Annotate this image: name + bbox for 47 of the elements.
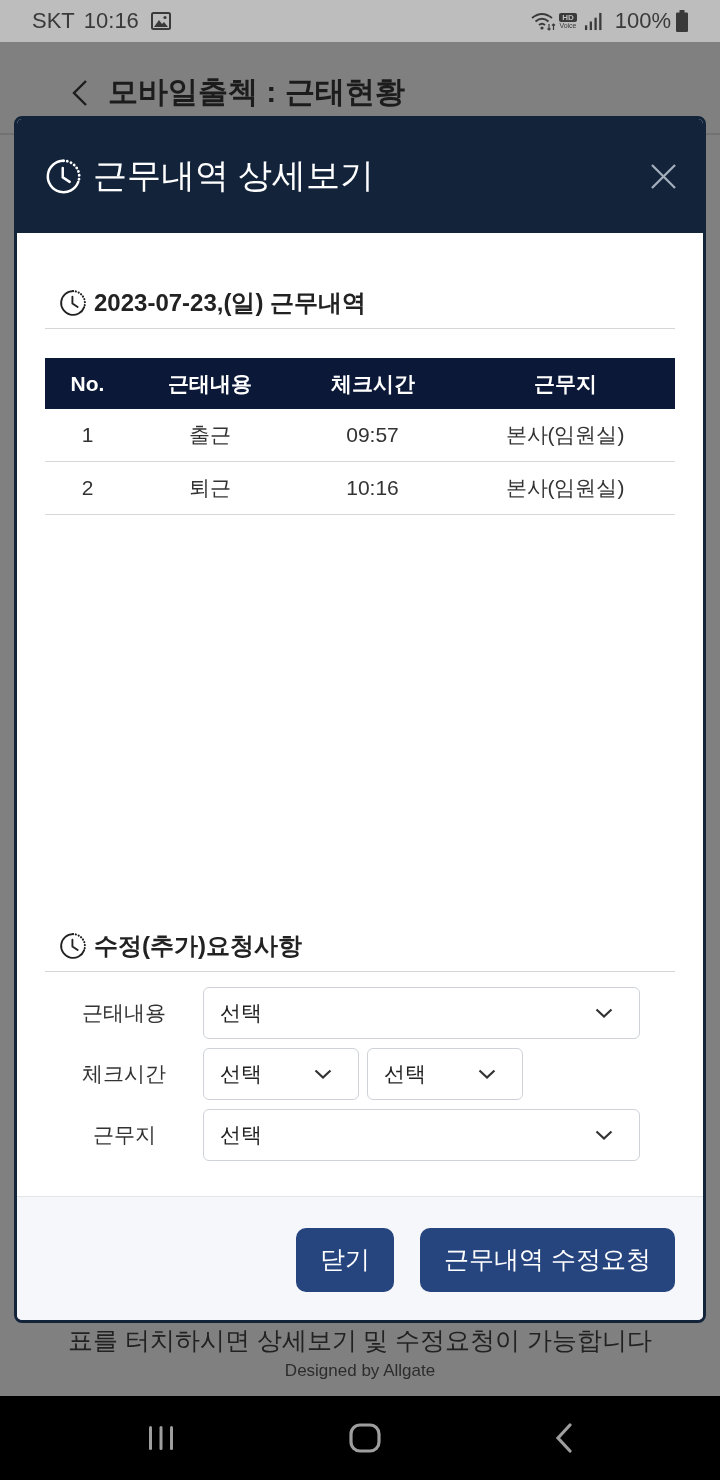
table-cell: 2: [45, 461, 130, 515]
image-icon: [150, 12, 171, 30]
home-icon[interactable]: [349, 1423, 381, 1453]
table-cell: 본사(임원실): [455, 461, 675, 515]
chevron-down-icon: [595, 1008, 613, 1018]
table-cell: 퇴근: [130, 461, 290, 515]
wifi-icon: [530, 11, 557, 31]
clock-icon: [59, 288, 87, 317]
table-cell: 1: [45, 409, 130, 462]
field-label: 근태내용: [81, 1000, 167, 1026]
back-icon[interactable]: [72, 78, 88, 107]
column-header: No.: [45, 358, 130, 409]
select-field[interactable]: 선택: [203, 1109, 640, 1161]
clock-time: 10:16: [83, 8, 139, 34]
field-label: 체크시간: [81, 1061, 167, 1087]
field-label: 근무지: [91, 1122, 157, 1148]
back-icon[interactable]: [555, 1423, 573, 1453]
clock-icon: [59, 931, 87, 960]
chevron-down-icon: [595, 1130, 613, 1140]
column-header: 근무지: [455, 358, 675, 409]
table-cell: 10:16: [290, 461, 455, 515]
chevron-down-icon: [314, 1069, 332, 1079]
battery-percent: 100%: [614, 8, 671, 34]
table-cell: 출근: [130, 409, 290, 462]
select-field[interactable]: 선택: [203, 1048, 359, 1100]
chevron-down-icon: [478, 1069, 496, 1079]
close-icon[interactable]: [651, 163, 676, 189]
column-header: 근태내용: [130, 358, 290, 409]
select-field[interactable]: 선택: [367, 1048, 523, 1100]
dialog-title: 근무내역 상세보기: [93, 155, 376, 196]
credit-text: Designed by Allgate: [284, 1360, 436, 1382]
table-cell: 09:57: [290, 409, 455, 462]
select-field[interactable]: 선택: [203, 987, 640, 1039]
signal-icon: [583, 11, 603, 31]
column-header: 체크시간: [290, 358, 455, 409]
recent-apps-icon[interactable]: [147, 1425, 175, 1451]
clock-icon: [45, 157, 82, 195]
section-title: 수정(추가)요청사항: [94, 930, 302, 961]
page-title: 모바일출첵 : 근태현황: [108, 74, 405, 110]
section-title: 2023-07-23,(일) 근무내역: [94, 287, 367, 318]
battery-icon: [676, 10, 688, 32]
table-cell: 본사(임원실): [455, 409, 675, 462]
action-button[interactable]: 근무내역 수정요청: [420, 1227, 675, 1292]
hint-text: 표를 터치하시면 상세보기 및 수정요청이 가능합니다: [67, 1325, 653, 1355]
carrier-name: SKT: [32, 8, 75, 34]
action-button[interactable]: 닫기: [296, 1227, 395, 1292]
hd-badge: HD: [559, 12, 577, 22]
